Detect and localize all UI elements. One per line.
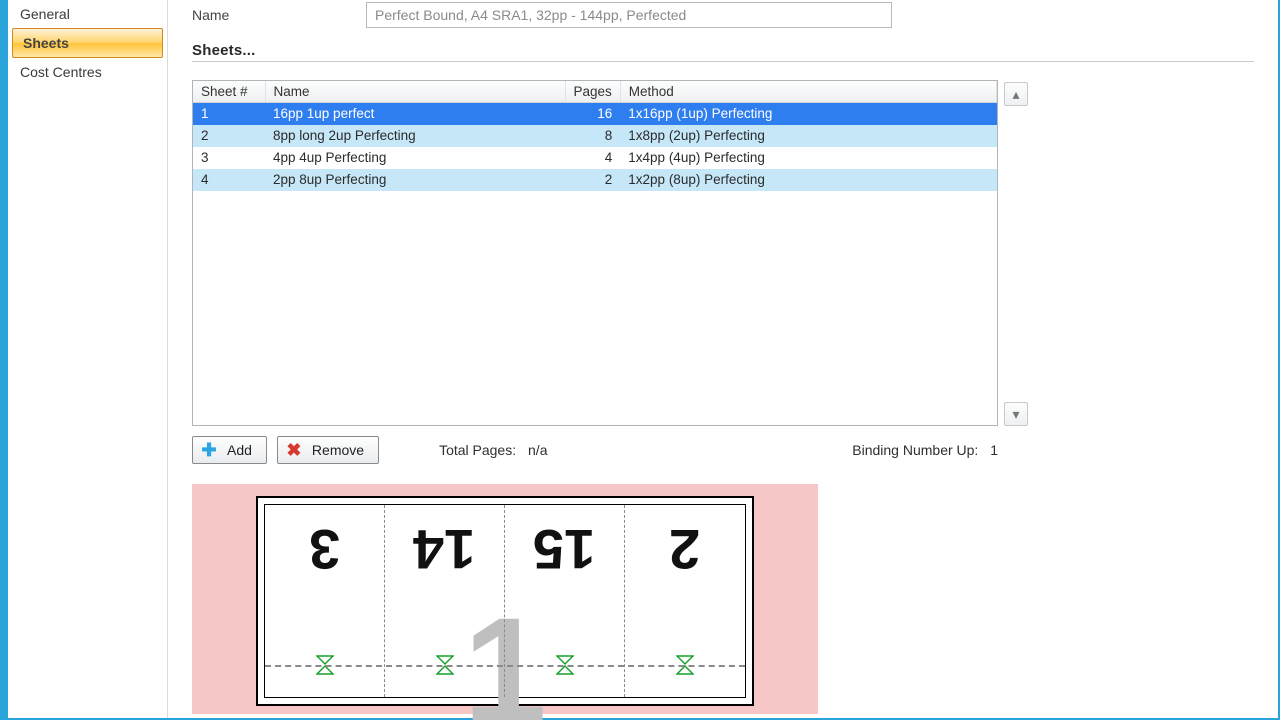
binding-up-value: 1 [990,442,998,458]
binding-up-label: Binding Number Up: [852,442,978,458]
binding-number-up: Binding Number Up: 1 [852,442,998,458]
impo-page-number: 3 [309,517,340,582]
impo-cell: 2 [625,505,745,697]
bookmark-up-icon: ▴ [1012,86,1019,103]
impo-cell: 3 [265,505,385,697]
bookmark-down-icon: ▾ [1012,406,1019,423]
column-header-sheet[interactable]: Sheet # [193,81,265,103]
impo-page-number: 15 [533,517,595,582]
table-row[interactable]: 2 8pp long 2up Perfecting 8 1x8pp (2up) … [193,125,997,147]
add-button[interactable]: ✚ Add [192,436,267,464]
column-header-pages[interactable]: Pages [565,81,620,103]
name-input[interactable] [366,2,892,28]
main-panel: Name Sheets... Sheet # Name Pages Method [168,0,1278,718]
table-row[interactable]: 1 16pp 1up perfect 16 1x16pp (1up) Perfe… [193,103,997,125]
fold-line [265,665,745,667]
table-row[interactable]: 4 2pp 8up Perfecting 2 1x2pp (8up) Perfe… [193,169,997,191]
remove-button-label: Remove [312,442,364,458]
impo-page-number: 14 [413,517,475,582]
move-down-button[interactable]: ▾ [1004,402,1028,426]
sheets-section-header: Sheets... [192,42,1254,62]
imposition-sheet: 1 3 14 [256,496,754,706]
sidebar-item-sheets[interactable]: Sheets [12,28,163,58]
sidebar-item-general[interactable]: General [8,2,167,26]
x-icon: ✖ [284,440,304,460]
window-frame: General Sheets Cost Centres Name Sheets.… [0,0,1280,720]
impo-cell: 15 [505,505,625,697]
sidebar-nav: General Sheets Cost Centres [8,0,168,718]
sheets-table-container: Sheet # Name Pages Method 1 16pp 1up per… [192,80,998,426]
remove-button[interactable]: ✖ Remove [277,436,379,464]
column-header-method[interactable]: Method [620,81,996,103]
sheets-table[interactable]: Sheet # Name Pages Method 1 16pp 1up per… [193,81,997,191]
sidebar-item-cost-centres[interactable]: Cost Centres [8,60,167,84]
table-row[interactable]: 3 4pp 4up Perfecting 4 1x4pp (4up) Perfe… [193,147,997,169]
plus-icon: ✚ [199,440,219,460]
imposition-preview: 1 3 14 [192,484,818,714]
column-header-name[interactable]: Name [265,81,565,103]
move-up-button[interactable]: ▴ [1004,82,1028,106]
name-label: Name [192,7,342,23]
impo-cell: 14 [385,505,505,697]
total-pages: Total Pages: n/a [439,442,547,458]
total-pages-value: n/a [528,442,547,458]
total-pages-label: Total Pages: [439,442,516,458]
impo-page-number: 2 [669,517,700,582]
add-button-label: Add [227,442,252,458]
